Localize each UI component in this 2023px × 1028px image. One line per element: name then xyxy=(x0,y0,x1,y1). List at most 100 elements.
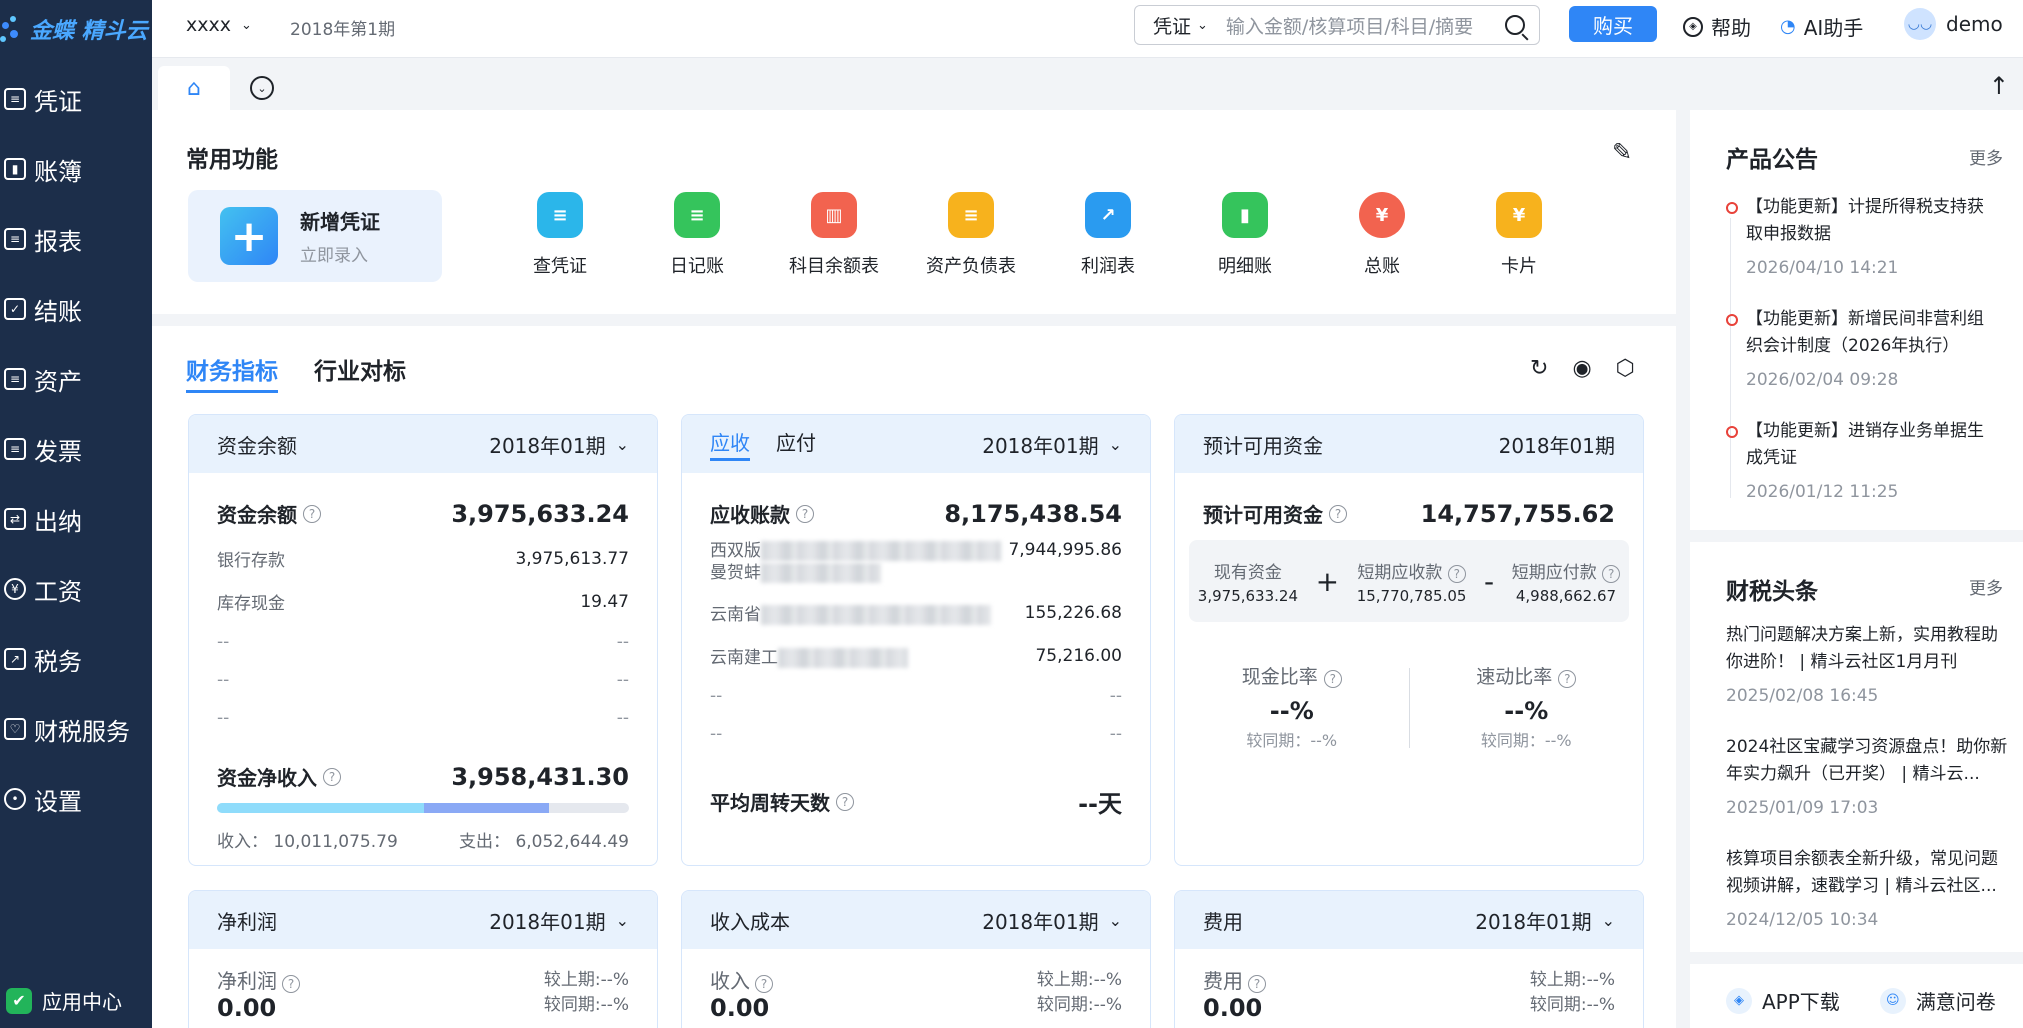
expense-bar xyxy=(424,803,549,813)
announcements-more-link[interactable]: 更多 xyxy=(1969,144,2003,169)
help-icon[interactable]: ? xyxy=(1602,564,1621,583)
news-item[interactable]: 热门问题解决方案上新，实用教程助你进阶！ | 精斗云社区1月月刊 2025/02/… xyxy=(1726,622,2012,706)
help-icon[interactable]: ? xyxy=(755,975,774,993)
func-card[interactable]: ¥ 卡片 xyxy=(1459,192,1579,278)
panel-header: 净利润 2018年01期 ⌄ xyxy=(189,891,657,949)
help-icon[interactable]: ? xyxy=(282,975,301,993)
func-label: 总账 xyxy=(1364,256,1400,277)
help-link[interactable]: ◈ 帮助 xyxy=(1683,12,1751,41)
sidebar-item-payroll[interactable]: ¥ 工资 xyxy=(0,554,152,624)
survey-link[interactable]: ☺ 满意问卷 xyxy=(1879,986,1996,1015)
chevron-down-icon: ⌄ xyxy=(615,910,629,930)
eye-icon[interactable]: ◉ xyxy=(1572,356,1591,381)
logo-text: 金蝶 精斗云 xyxy=(30,19,148,44)
help-icon[interactable]: ? xyxy=(796,504,814,523)
announcement-item[interactable]: 【功能更新】进销存业务单据生成凭证 2026/01/12 11:25 xyxy=(1726,418,1992,502)
search-type-select[interactable]: 凭证 ⌄ xyxy=(1153,12,1208,39)
settings-icon[interactable]: ⬡ xyxy=(1616,356,1635,381)
headlines-more-link[interactable]: 更多 xyxy=(1969,574,2003,599)
tab-home[interactable]: ⌂ xyxy=(158,66,230,110)
book-icon: ▮ xyxy=(1222,192,1268,238)
sidebar-item-cashier[interactable]: ⇄ 出纳 xyxy=(0,484,152,554)
app-logo[interactable]: 金蝶 精斗云 xyxy=(0,12,148,46)
customer-name: 云南建工 xyxy=(710,648,778,668)
sidebar-item-settings[interactable]: • 设置 xyxy=(0,764,152,834)
period-select[interactable]: 2018年01期 ⌄ xyxy=(1475,906,1615,935)
sidebar-item-tax-service[interactable]: ♡ 财税服务 xyxy=(0,694,152,764)
panel-title: 收入成本 xyxy=(710,909,790,934)
sidebar-item-ledger[interactable]: ▮ 账簿 xyxy=(0,134,152,204)
current-period: 2018年第1期 xyxy=(290,20,396,40)
func-balance-sheet[interactable]: ≡ 资产负债表 xyxy=(911,192,1031,278)
panel-header: 应收 应付 2018年01期 ⌄ xyxy=(682,415,1150,473)
sidebar-item-assets[interactable]: ≡ 资产 xyxy=(0,344,152,414)
panel-header: 费用 2018年01期 ⌄ xyxy=(1175,891,1643,949)
sidebar-item-invoice[interactable]: ≡ 发票 xyxy=(0,414,152,484)
org-selector[interactable]: xxxx ⌄ xyxy=(186,14,252,36)
panel-header: 预计可用资金 2018年01期 xyxy=(1175,415,1643,473)
financial-indicators-card: 财务指标 行业对标 ↻ ◉ ⬡ 资金余额 2018年01期 ⌄ 资金余额? 3,9… xyxy=(152,326,1676,1028)
period-select[interactable]: 2018年01期 ⌄ xyxy=(489,906,629,935)
common-functions-title: 常用功能 xyxy=(186,147,278,173)
app-download-link[interactable]: ◈ APP下载 xyxy=(1726,986,1840,1015)
help-icon[interactable]: ? xyxy=(1329,504,1347,523)
sidebar-nav: ≡ 凭证 ▮ 账簿 ≡ 报表 ✓ 结账 ≡ 资产 ≡ 发票 ⇄ 出纳 ¥ 工资 ↗ 税务 ♡ 财税服… xyxy=(0,64,152,834)
search-input[interactable]: 输入金额/核算项目/科目/摘要 xyxy=(1226,12,1505,39)
user-menu[interactable]: ◡◡ demo xyxy=(1904,8,2003,40)
sidebar-item-closing[interactable]: ✓ 结账 xyxy=(0,274,152,344)
net-income-value: 3,958,431.30 xyxy=(451,762,629,791)
help-icon[interactable]: ? xyxy=(1248,975,1267,993)
help-icon[interactable]: ? xyxy=(1558,670,1577,688)
help-icon[interactable]: ? xyxy=(1323,670,1342,688)
func-journal[interactable]: ≡ 日记账 xyxy=(637,192,757,278)
sidebar-item-tax[interactable]: ↗ 税务 xyxy=(0,624,152,694)
app-center-link[interactable]: ✔ 应用中心 xyxy=(6,986,122,1015)
announcement-item[interactable]: 【功能更新】计提所得税支持获取申报数据 2026/04/10 14:21 xyxy=(1726,194,1992,278)
panel-title: 预计可用资金 xyxy=(1203,433,1323,458)
redacted-text xyxy=(778,648,908,668)
period-select[interactable]: 2018年01期 ⌄ xyxy=(982,906,1122,935)
tab-financial-indicators[interactable]: 财务指标 xyxy=(186,352,278,393)
help-icon[interactable]: ? xyxy=(836,792,854,811)
help-icon[interactable]: ? xyxy=(1447,564,1466,583)
help-icon[interactable]: ? xyxy=(323,767,341,786)
func-query-voucher[interactable]: ≡ 查凭证 xyxy=(500,192,620,278)
buy-button[interactable]: 购买 xyxy=(1569,6,1657,42)
func-label: 日记账 xyxy=(670,256,724,277)
org-name: xxxx xyxy=(186,14,231,36)
tab-receivable[interactable]: 应收 xyxy=(710,427,750,461)
expense-value: 6,052,644.49 xyxy=(515,832,629,852)
help-icon[interactable]: ? xyxy=(303,504,321,523)
news-date: 2025/01/09 17:03 xyxy=(1726,798,1879,818)
func-detail-ledger[interactable]: ▮ 明细账 xyxy=(1185,192,1305,278)
ai-label: AI助手 xyxy=(1803,16,1864,40)
new-voucher-button[interactable]: + 新增凭证 立即录入 xyxy=(188,190,442,282)
sidebar-item-reports[interactable]: ≡ 报表 xyxy=(0,204,152,274)
announcement-item[interactable]: 【功能更新】新增民间非营利组织会计制度（2026年执行） 2026/02/04 0… xyxy=(1726,306,1992,390)
quick-ratio-label: 速动比率 xyxy=(1476,666,1553,688)
period-label: 2018年01期 xyxy=(489,909,606,934)
customer-amount: 155,226.68 xyxy=(1024,602,1122,623)
refresh-icon[interactable]: ↻ xyxy=(1530,356,1548,381)
sidebar-item-voucher[interactable]: ≡ 凭证 xyxy=(0,64,152,134)
news-item[interactable]: 2024社区宝藏学习资源盘点！助你新年实力飙升（已开奖） | 精斗云... 202… xyxy=(1726,734,2012,818)
period-select[interactable]: 2018年01期 ⌄ xyxy=(982,430,1122,459)
period-label: 2018年01期 xyxy=(1475,909,1592,934)
tab-more-button[interactable]: ⌄ xyxy=(250,76,274,100)
panel-header: 资金余额 2018年01期 ⌄ xyxy=(189,415,657,473)
period-select[interactable]: 2018年01期 ⌄ xyxy=(489,430,629,459)
tab-industry-benchmark[interactable]: 行业对标 xyxy=(314,352,406,393)
scroll-top-icon[interactable]: ↑ xyxy=(1989,72,2009,100)
edit-icon[interactable]: ✎ xyxy=(1612,138,1632,166)
tab-payable[interactable]: 应付 xyxy=(776,427,816,461)
cash-balance-panel: 资金余额 2018年01期 ⌄ 资金余额? 3,975,633.24 银行存款 3,… xyxy=(188,414,658,866)
func-account-balance[interactable]: ▥ 科目余额表 xyxy=(774,192,894,278)
chevron-down-icon: ⌄ xyxy=(1108,434,1122,454)
func-income-statement[interactable]: ↗ 利润表 xyxy=(1048,192,1168,278)
customer-name: -- xyxy=(710,686,723,706)
news-item[interactable]: 核算项目余额表全新升级，常见问题视频讲解，速戳学习 | 精斗云社区... 2024… xyxy=(1726,846,2012,930)
ai-assistant-link[interactable]: ◔ AI助手 xyxy=(1780,12,1863,41)
customer-name: 西双版 xyxy=(710,541,761,561)
search-icon[interactable] xyxy=(1505,15,1525,35)
func-general-ledger[interactable]: ¥ 总账 xyxy=(1322,192,1442,278)
